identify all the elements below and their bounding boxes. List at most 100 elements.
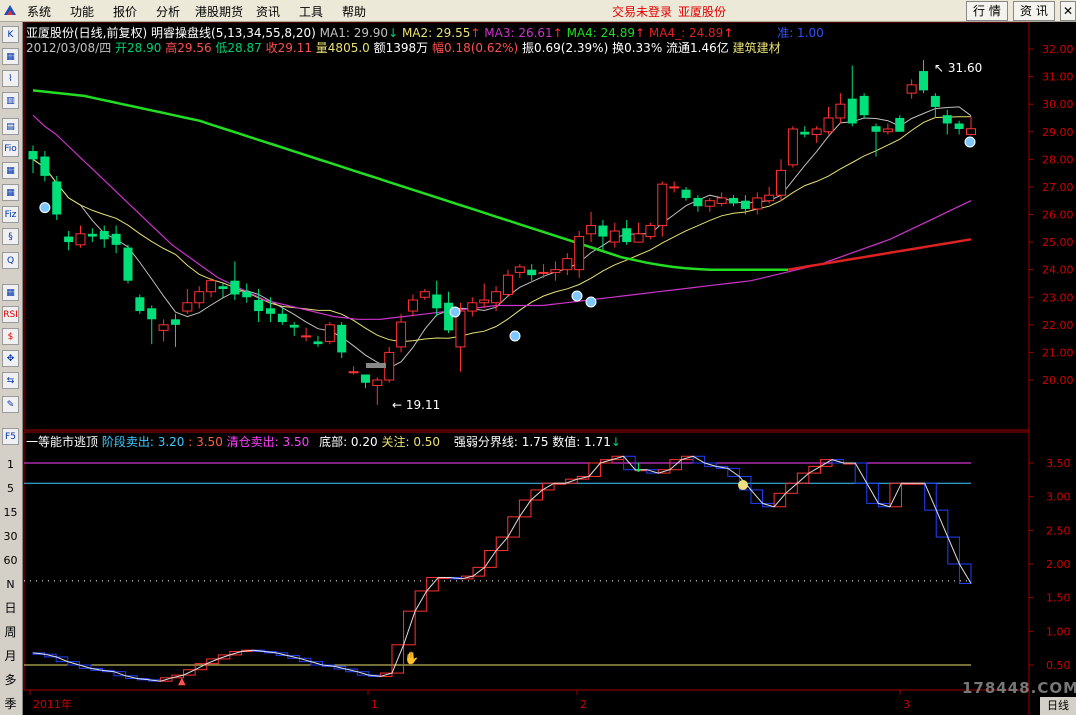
menu-item-quote[interactable]: 报价 — [113, 3, 137, 20]
candle-body — [681, 189, 691, 198]
menu-item-help[interactable]: 帮助 — [342, 3, 366, 20]
candle-body — [871, 126, 881, 132]
sub-tick-label: 1.00 — [1046, 625, 1071, 638]
draw-button[interactable]: ✎ — [2, 396, 19, 413]
focus-value: 关注: 0.50 — [381, 435, 441, 449]
f10-button[interactable]: Fio — [2, 140, 19, 157]
period-7[interactable]: 周 — [2, 624, 19, 641]
buy-signal-marker — [39, 202, 51, 214]
candle-body — [384, 351, 395, 381]
candle-body — [147, 308, 157, 320]
candle-body — [562, 258, 573, 271]
candle-body — [859, 95, 869, 116]
candle-body — [787, 128, 798, 166]
period-1[interactable]: 5 — [2, 480, 19, 497]
candle-body — [752, 197, 763, 210]
candle-body — [111, 233, 121, 245]
switch-button[interactable]: ⇆ — [2, 372, 19, 389]
stock-chart[interactable]: ✋↓▲ 32.0031.0030.0029.0028.0027.0026.002… — [23, 22, 1076, 715]
sub-tick-label: 2.50 — [1046, 524, 1071, 537]
rsi-button[interactable]: RSI — [2, 306, 19, 323]
f12-button[interactable]: Fiz — [2, 206, 19, 223]
signal-bar — [366, 363, 386, 368]
depth-button[interactable]: ▦ — [2, 284, 19, 301]
period-8[interactable]: 月 — [2, 648, 19, 665]
quote-amount: 额1398万 — [373, 41, 429, 55]
sub-chart-header: 一等能市逃顶 阶段卖出: 3.20 : 3.50 清仓卖出: 3.50 底部: … — [26, 433, 621, 450]
quote-volume: 量4805.0 — [315, 41, 370, 55]
login-status[interactable]: 交易未登录 — [612, 3, 672, 20]
period-10[interactable]: 季 — [2, 696, 19, 713]
menu-item-info[interactable]: 资讯 — [256, 3, 280, 20]
candle-body — [895, 117, 905, 132]
trend-button[interactable]: ⌇ — [2, 70, 19, 87]
candle-body — [527, 269, 537, 276]
indicator-name[interactable]: 明睿操盘线(5,13,34,55,8,20) — [151, 26, 316, 40]
multi-button[interactable]: ▤ — [2, 118, 19, 135]
period-2[interactable]: 15 — [2, 504, 19, 521]
quote-sector[interactable]: 建筑建材 — [733, 41, 781, 55]
price-tick-label: 24.00 — [1042, 264, 1074, 277]
candle-body — [301, 335, 312, 338]
ma3-up-arrow-icon: ↑ — [552, 26, 563, 40]
buy-signal-marker — [585, 296, 597, 308]
min-price-label: ← 19.11 — [392, 398, 441, 412]
price-tick-label: 20.00 — [1042, 374, 1074, 387]
menu-item-function[interactable]: 功能 — [70, 3, 94, 20]
doc-button[interactable]: ▦ — [2, 184, 19, 201]
menu-item-system[interactable]: 系统 — [27, 3, 51, 20]
period-9[interactable]: 多 — [2, 672, 19, 689]
candle-body — [218, 286, 228, 289]
price-tick-label: 25.00 — [1042, 236, 1074, 249]
candle-body — [254, 300, 264, 312]
quote-open: 开28.90 — [115, 41, 162, 55]
ma3-value: MA3: 26.61 — [484, 26, 553, 40]
tab-info[interactable]: 资 讯 — [1013, 1, 1055, 21]
candle-body — [729, 197, 739, 204]
money-button[interactable]: $ — [2, 328, 19, 345]
ma4-up-arrow-icon: ↑ — [635, 26, 646, 40]
period-3[interactable]: 30 — [2, 528, 19, 545]
sub-indicator-name[interactable]: 一等能市逃顶 — [26, 435, 98, 449]
candle-body — [704, 200, 715, 207]
menu-item-hk-futures[interactable]: 港股期货 — [195, 3, 243, 20]
candle-body — [657, 183, 668, 227]
chart-title[interactable]: 亚厦股份(日线,前复权) — [26, 26, 147, 40]
cross-button[interactable]: ✥ — [2, 350, 19, 367]
price-tick-label: 22.00 — [1042, 319, 1074, 332]
candle-body — [419, 291, 430, 298]
candle-body — [669, 186, 680, 189]
candle-body — [87, 233, 97, 237]
candle-body — [633, 233, 644, 243]
ma4-value: MA4: 24.89 — [566, 26, 635, 40]
search-button[interactable]: Q — [2, 252, 19, 269]
bars-button[interactable]: ▥ — [2, 92, 19, 109]
clear-sell-value: 清仓卖出: 3.50 — [226, 435, 310, 449]
cost-button[interactable]: § — [2, 228, 19, 245]
period-6[interactable]: 日 — [2, 600, 19, 617]
period-4[interactable]: 60 — [2, 552, 19, 569]
menu-item-tools[interactable]: 工具 — [299, 3, 323, 20]
menu-item-analysis[interactable]: 分析 — [156, 3, 180, 20]
period-0[interactable]: 1 — [2, 456, 19, 473]
period-tab-daily[interactable]: 日线 — [1040, 697, 1076, 715]
sub-tick-label: 1.50 — [1046, 592, 1071, 605]
candle-body — [242, 291, 252, 298]
price-tick-label: 27.00 — [1042, 181, 1074, 194]
buy-signal-marker — [509, 330, 521, 342]
quote-date: 2012/03/08/四 — [26, 41, 112, 55]
close-button[interactable]: ✕ — [1060, 1, 1076, 21]
candle-body — [823, 117, 834, 133]
period-5[interactable]: N — [2, 576, 19, 593]
table-button[interactable]: ▦ — [2, 48, 19, 65]
kline-button[interactable]: K — [2, 26, 19, 43]
candle-body — [906, 84, 917, 94]
price-tick-label: 31.00 — [1042, 71, 1074, 84]
ma1-value: MA1: 29.90 — [319, 26, 389, 40]
x-tick-label: 2 — [580, 698, 587, 711]
quote-float-cap: 流通1.46亿 — [666, 41, 729, 55]
notes-button[interactable]: ▦ — [2, 162, 19, 179]
tab-quote[interactable]: 行 情 — [966, 1, 1008, 21]
candle-body — [954, 123, 964, 129]
f5-button[interactable]: F5 — [2, 428, 19, 445]
